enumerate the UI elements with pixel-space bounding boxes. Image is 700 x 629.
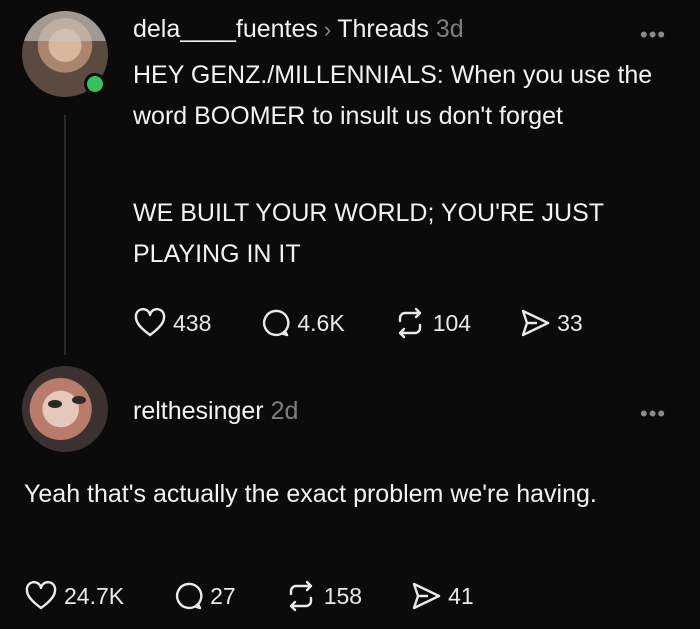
post1-paragraph-1: HEY GENZ./MILLENNIALS: When you use the … — [133, 61, 653, 130]
repost-button[interactable]: 104 — [393, 307, 471, 339]
post1-paragraph-2: WE BUILT YOUR WORLD; YOU'RE JUST PLAYING… — [133, 199, 604, 268]
like-button[interactable]: 438 — [133, 308, 211, 338]
heart-icon — [134, 308, 166, 337]
heart-icon — [25, 581, 57, 610]
like-button[interactable]: 24.7K — [24, 581, 124, 611]
comment-icon — [176, 582, 203, 610]
post2-age: 2d — [270, 397, 299, 425]
post2-actions: 24.7K 27 158 41 — [24, 580, 522, 612]
comment-button[interactable]: 4.6K — [259, 307, 345, 339]
share-count: 33 — [557, 309, 583, 336]
repost-count: 158 — [323, 582, 363, 609]
more-icon[interactable]: ••• — [640, 22, 666, 48]
like-count: 24.7K — [64, 582, 125, 609]
comment-count: 27 — [210, 582, 236, 609]
more-icon[interactable]: ••• — [640, 401, 666, 427]
comment-icon — [263, 309, 290, 337]
share-button[interactable]: 33 — [519, 307, 583, 339]
repost-icon — [398, 307, 421, 339]
post1-actions: 438 4.6K 104 33 — [133, 307, 631, 339]
comment-count: 4.6K — [297, 309, 345, 336]
like-count: 438 — [173, 309, 212, 336]
share-icon — [521, 309, 550, 337]
share-button[interactable]: 41 — [410, 580, 474, 612]
avatar-eye-left — [48, 400, 62, 408]
share-icon — [412, 582, 441, 610]
thread-connector-line — [64, 115, 66, 355]
avatar-hair — [22, 11, 108, 41]
comment-button[interactable]: 27 — [172, 580, 236, 612]
avatar-eye-right — [72, 396, 86, 404]
repost-icon — [289, 580, 312, 612]
online-status-dot — [84, 73, 106, 95]
post1-header: dela____fuentes › Threads 3d — [133, 15, 464, 44]
avatar-relthesinger[interactable] — [22, 366, 108, 452]
post1-age: 3d — [435, 15, 464, 43]
post2-username[interactable]: relthesinger — [133, 397, 264, 425]
repost-button[interactable]: 158 — [284, 580, 362, 612]
share-count: 41 — [448, 582, 474, 609]
post2-header: relthesinger 2d — [133, 397, 298, 426]
repost-count: 104 — [432, 309, 472, 336]
post1-username[interactable]: dela____fuentes — [133, 15, 318, 43]
post2-text: Yeah that's actually the exact problem w… — [24, 480, 597, 508]
post1-platform[interactable]: Threads — [337, 15, 429, 43]
chevron-right-icon: › — [323, 17, 332, 42]
